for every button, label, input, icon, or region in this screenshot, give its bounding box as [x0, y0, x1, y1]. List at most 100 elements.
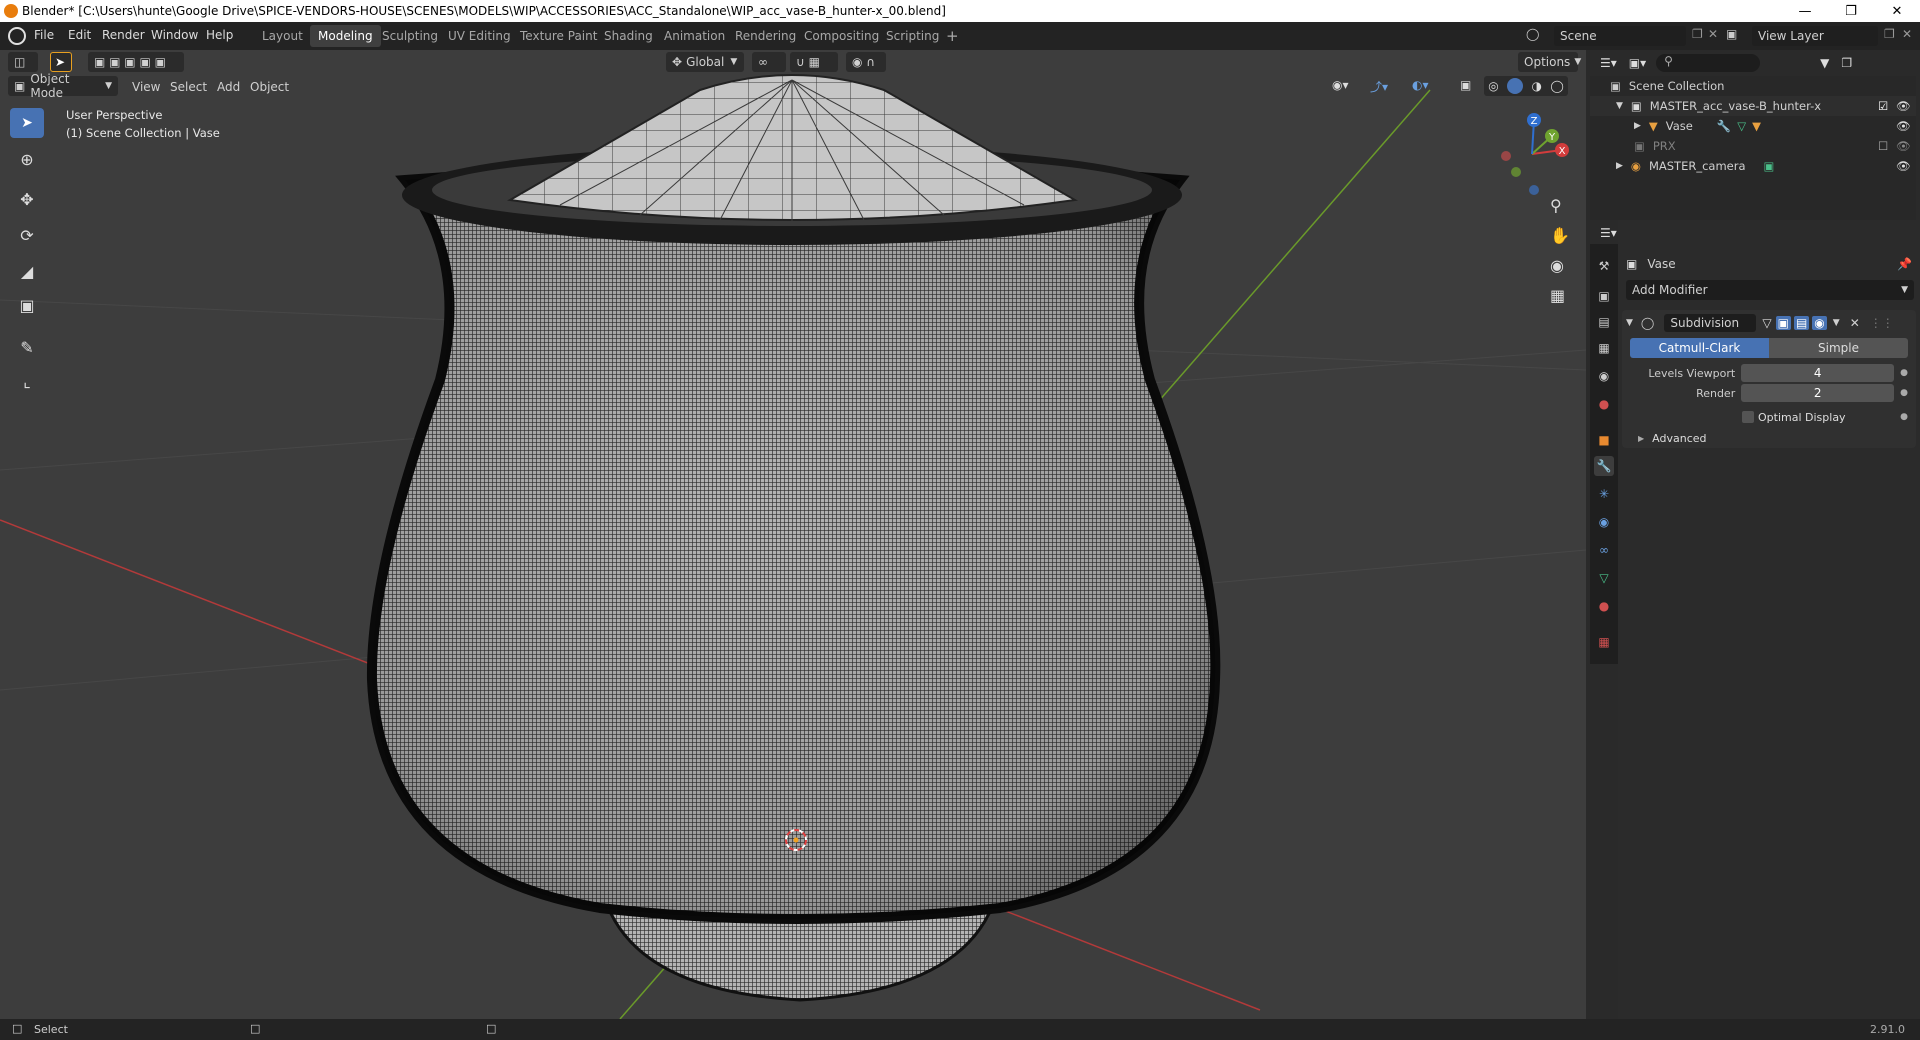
new-view-layer-icon[interactable]: ❐ [1884, 27, 1895, 41]
material-icon[interactable]: ▼ [1752, 119, 1761, 133]
modifier-wrench-icon[interactable]: 🔧 [1717, 119, 1731, 133]
eye-icon[interactable]: 👁 [1896, 159, 1911, 173]
display-mode-icon[interactable]: ▣▾ [1629, 56, 1646, 70]
levels-viewport-field[interactable]: 4 [1741, 364, 1895, 382]
menu-help[interactable]: Help [206, 28, 233, 42]
pan-hand-icon[interactable]: ✋ [1550, 226, 1570, 245]
pivot-point-button[interactable]: ∞ [752, 52, 786, 72]
snap-button[interactable]: ∪ ▦ [790, 52, 838, 72]
object-tab[interactable]: ■ [1594, 430, 1614, 450]
remove-modifier-icon[interactable]: ✕ [1850, 316, 1860, 330]
blender-menu-icon[interactable] [8, 27, 26, 45]
drag-handle-icon[interactable]: ⋮⋮ [1870, 316, 1894, 330]
rotate-tool[interactable]: ⟳ [10, 220, 44, 250]
viewport-toggle-icon[interactable]: ▤ [1793, 316, 1810, 330]
tab-uv-editing[interactable]: UV Editing [440, 25, 519, 47]
outliner-row-vase[interactable]: ▶ ▼ Vase 🔧 ▽ ▼ 👁 [1590, 116, 1916, 136]
tab-compositing[interactable]: Compositing [796, 25, 887, 47]
data-tab[interactable]: ▽ [1594, 568, 1614, 588]
tab-modeling[interactable]: Modeling [310, 25, 381, 47]
expand-arrow-icon[interactable]: ▼ [1616, 101, 1623, 111]
options-dropdown[interactable]: Options ▼ [1518, 52, 1581, 72]
scene-tab[interactable]: ◉ [1594, 366, 1614, 386]
zoom-icon[interactable]: ⚲ [1550, 196, 1562, 215]
tab-layout[interactable]: Layout [254, 25, 311, 47]
outliner-editor-icon[interactable]: ☰▾ [1600, 56, 1617, 70]
eye-icon[interactable]: 👁 [1896, 99, 1911, 113]
view-layer-tab[interactable]: ▦ [1594, 338, 1614, 358]
view-layer-selector[interactable]: View Layer [1752, 26, 1878, 46]
new-collection-icon[interactable]: ❐ [1841, 56, 1852, 70]
delete-scene-icon[interactable]: ✕ [1708, 27, 1718, 41]
filter-icon[interactable]: ▼ [1820, 56, 1829, 70]
exclude-checkbox[interactable]: ☑ [1878, 99, 1888, 113]
delete-view-layer-icon[interactable]: ✕ [1902, 27, 1912, 41]
scene-selector[interactable]: Scene [1554, 26, 1686, 46]
render-levels-field[interactable]: 2 [1741, 384, 1895, 402]
tab-sculpting[interactable]: Sculpting [374, 25, 446, 47]
menu-render[interactable]: Render [102, 28, 145, 42]
move-tool[interactable]: ✥ [10, 184, 44, 214]
eye-icon[interactable]: 👁 [1896, 119, 1911, 133]
world-tab[interactable]: ● [1594, 394, 1614, 414]
navigation-gizmo[interactable]: X Y Z [1490, 112, 1574, 196]
render-tab[interactable]: ▣ [1594, 286, 1614, 306]
pin-icon[interactable]: 📌 [1897, 257, 1912, 271]
outliner-row-scene-collection[interactable]: ▣ Scene Collection [1590, 76, 1916, 96]
add-workspace-icon[interactable]: + [946, 27, 959, 45]
proportional-edit-button[interactable]: ◉ ∩ [846, 52, 886, 72]
editmode-toggle-icon[interactable]: ▣ [1775, 316, 1791, 330]
measure-tool[interactable]: ⌞ [10, 366, 44, 396]
transform-orientation-dropdown[interactable]: ✥ Global ▼ [666, 52, 744, 72]
selection-mode-buttons[interactable]: ▣ ▣ ▣ ▣ ▣ [88, 52, 184, 72]
gizmo-toggle-icon[interactable]: ⤴▾ [1370, 78, 1388, 95]
mesh-data-icon[interactable]: ▽ [1737, 119, 1746, 133]
scale-tool[interactable]: ◢ [10, 256, 44, 286]
new-scene-icon[interactable]: ❐ [1692, 27, 1703, 41]
viewport-menu-object[interactable]: Object [250, 80, 289, 94]
tab-texture-paint[interactable]: Texture Paint [512, 25, 605, 47]
outliner-search-input[interactable]: ⚲ [1656, 54, 1761, 72]
advanced-subpanel[interactable]: ▶ Advanced [1638, 430, 1838, 446]
keyframe-dot-icon[interactable]: ● [1900, 388, 1908, 398]
constraints-tab[interactable]: ∞ [1594, 540, 1614, 560]
outliner-row-master-camera[interactable]: ▶ ◉ MASTER_camera ▣ 👁 [1590, 156, 1916, 176]
output-tab[interactable]: ▤ [1594, 312, 1614, 332]
menu-file[interactable]: File [34, 28, 54, 42]
tool-tab[interactable]: ⚒ [1594, 256, 1614, 276]
tab-shading[interactable]: Shading [596, 25, 661, 47]
viewport-menu-select[interactable]: Select [170, 80, 207, 94]
keyframe-dot-icon[interactable]: ● [1900, 412, 1908, 422]
modifier-tab[interactable]: 🔧 [1594, 456, 1614, 476]
menu-edit[interactable]: Edit [68, 28, 91, 42]
shading-mode-buttons[interactable]: ◎ ◑ ◯ [1484, 76, 1568, 96]
cursor-tool[interactable]: ⊕ [10, 144, 44, 174]
properties-editor-icon[interactable]: ☰▾ [1600, 226, 1617, 240]
wireframe-shading-icon[interactable]: ◎ [1488, 79, 1498, 93]
outliner-row-prx[interactable]: ▣ PRX ☐ 👁 [1590, 136, 1916, 156]
edit-cage-icon[interactable]: ▽ [1762, 316, 1771, 330]
collapse-arrow-icon[interactable]: ▼ [1626, 318, 1633, 328]
modifier-name-field[interactable]: Subdivision [1664, 314, 1757, 332]
physics-tab[interactable]: ◉ [1594, 512, 1614, 532]
eye-icon[interactable]: 👁 [1896, 139, 1911, 153]
scene-type-icon[interactable]: ◯ [1526, 27, 1548, 45]
viewport-menu-add[interactable]: Add [217, 80, 240, 94]
outliner-row-master-collection[interactable]: ▼ ▣ MASTER_acc_vase-B_hunter-x ☑ 👁 [1590, 96, 1916, 116]
material-tab[interactable]: ● [1594, 596, 1614, 616]
tweak-select-button[interactable]: ➤ [50, 52, 72, 72]
chevron-down-icon[interactable]: ▼ [1833, 318, 1840, 328]
visibility-filter-icon[interactable]: ◉▾ [1332, 78, 1349, 92]
texture-tab[interactable]: ▦ [1594, 632, 1614, 652]
annotate-tool[interactable]: ✎ [10, 332, 44, 362]
rendered-shading-icon[interactable]: ◯ [1550, 79, 1563, 93]
menu-window[interactable]: Window [151, 28, 198, 42]
material-shading-icon[interactable]: ◑ [1531, 79, 1541, 93]
expand-arrow-icon[interactable]: ▶ [1616, 161, 1623, 171]
editor-type-button[interactable]: ◫ [8, 52, 38, 72]
3d-viewport[interactable]: X Y Z ⚲ ✋ ◉ ▦ User Perspective (1) Scene… [0, 50, 1586, 1019]
restore-button[interactable]: ❐ [1828, 0, 1874, 22]
close-window-button[interactable]: ✕ [1874, 0, 1920, 22]
optimal-display-checkbox[interactable] [1742, 411, 1754, 423]
viewport-menu-view[interactable]: View [132, 80, 160, 94]
